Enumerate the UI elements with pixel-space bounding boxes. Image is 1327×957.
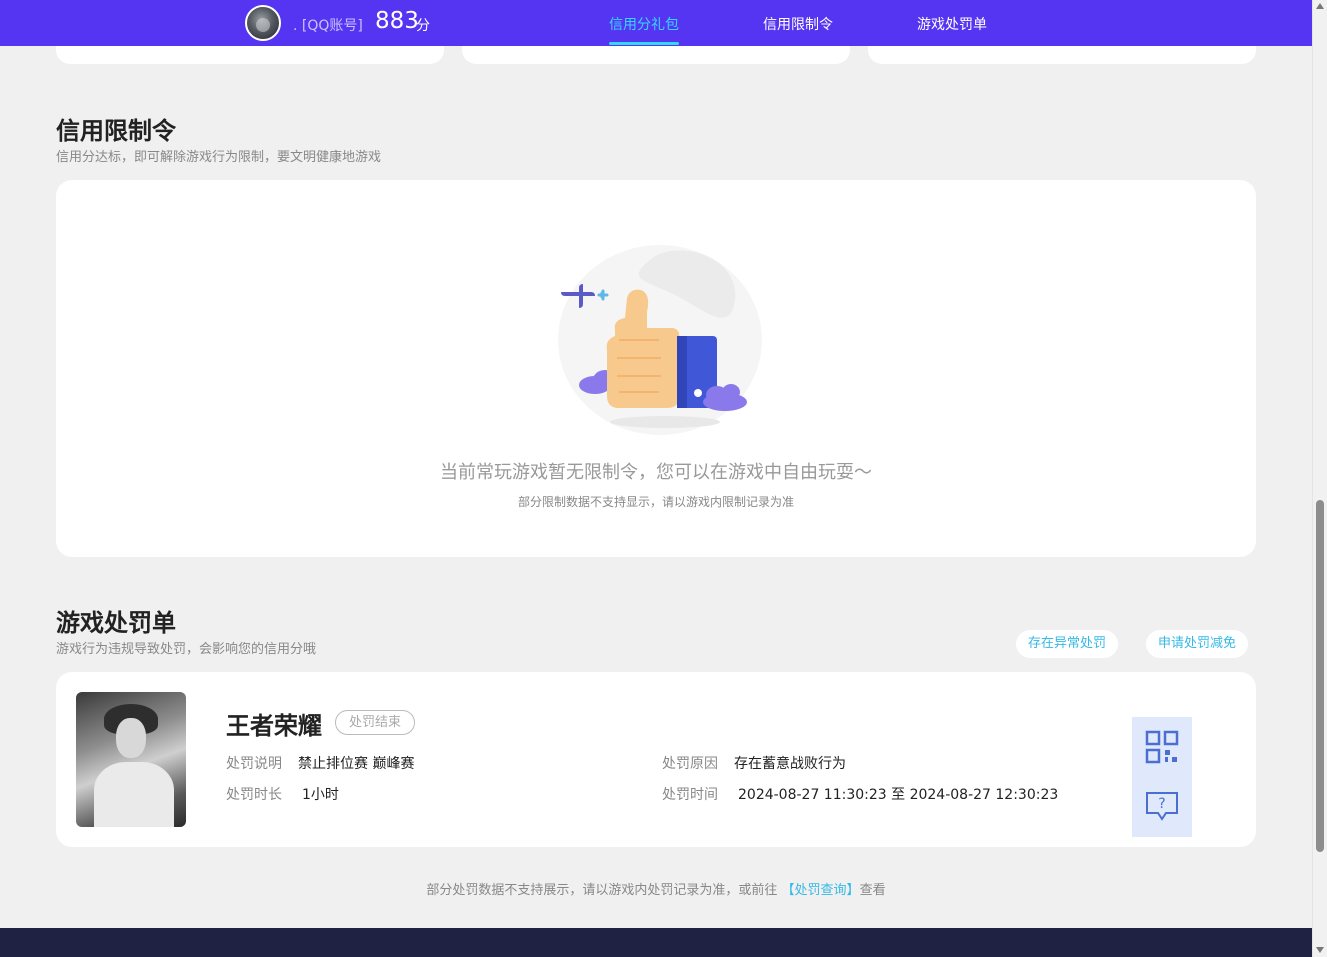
penalty-duration-value: 1小时 <box>302 787 339 803</box>
nav-restriction-order[interactable]: 信用限制令 <box>763 14 833 34</box>
top-header: . [QQ账号] 883 分 信用分礼包 信用限制令 游戏处罚单 <box>0 0 1312 46</box>
page: . [QQ账号] 883 分 信用分礼包 信用限制令 游戏处罚单 信用限制令 信… <box>0 0 1312 957</box>
penalty-reason-label: 处罚原因 <box>662 756 718 772</box>
penalty-title: 游戏处罚单 <box>56 609 176 637</box>
penalty-time-label: 处罚时间 <box>662 787 718 803</box>
score-unit: 分 <box>416 18 430 34</box>
penalty-time-value: 2024-08-27 11:30:23 至 2024-08-27 12:30:2… <box>738 787 1059 803</box>
qr-code-icon <box>1145 730 1179 764</box>
page-scrollbar[interactable] <box>1312 0 1327 957</box>
nav-gift-pack[interactable]: 信用分礼包 <box>609 14 679 34</box>
status-badge: 处罚结束 <box>335 710 416 735</box>
restriction-empty-note: 部分限制数据不支持显示，请以游戏内限制记录为准 <box>517 495 794 509</box>
restriction-empty-message: 当前常玩游戏暂无限制令，您可以在游戏中自由玩耍～ <box>440 462 872 483</box>
avatar[interactable] <box>245 5 281 41</box>
penalty-desc-value: 禁止排位赛 巅峰赛 <box>298 756 415 772</box>
nav-penalty-list[interactable]: 游戏处罚单 <box>917 14 987 34</box>
scroll-up-icon[interactable] <box>1316 3 1324 9</box>
scrollbar-thumb[interactable] <box>1316 500 1324 852</box>
penalty-query-link[interactable]: 【处罚查询】 <box>782 883 860 898</box>
penalty-desc-label: 处罚说明 <box>226 756 282 772</box>
apply-reduction-button[interactable]: 申请处罚减免 <box>1146 630 1249 658</box>
svg-text:?: ? <box>1158 796 1165 812</box>
bottom-bar <box>0 928 1312 957</box>
footer-note: 部分处罚数据不支持展示，请以游戏内处罚记录为准，或前往 【处罚查询】查看 <box>0 879 1312 898</box>
nav-active-underline <box>609 42 679 45</box>
abnormal-penalty-button[interactable]: 存在异常处罚 <box>1016 630 1119 658</box>
qr-code-button[interactable] <box>1132 717 1192 777</box>
game-cover-image <box>76 692 186 827</box>
restriction-subtitle: 信用分达标，即可解除游戏行为限制，要文明健康地游戏 <box>56 150 382 165</box>
restriction-title: 信用限制令 <box>56 117 176 145</box>
account-label: . [QQ账号] <box>293 18 363 34</box>
thumbs-up-illustration <box>558 245 762 435</box>
help-chat-icon: ? <box>1146 792 1178 821</box>
game-name: 王者荣耀 <box>226 712 322 740</box>
scroll-down-icon[interactable] <box>1316 947 1324 953</box>
penalty-reason-value: 存在蓄意战败行为 <box>734 756 846 772</box>
penalty-subtitle: 游戏行为违规导致处罚，会影响您的信用分哦 <box>56 642 317 657</box>
penalty-duration-label: 处罚时长 <box>226 787 282 803</box>
footer-note-prefix: 部分处罚数据不支持展示，请以游戏内处罚记录为准，或前往 <box>426 883 782 898</box>
footer-note-suffix: 查看 <box>859 883 886 898</box>
help-button[interactable]: ? <box>1132 777 1192 837</box>
credit-score: 883 <box>375 8 419 34</box>
